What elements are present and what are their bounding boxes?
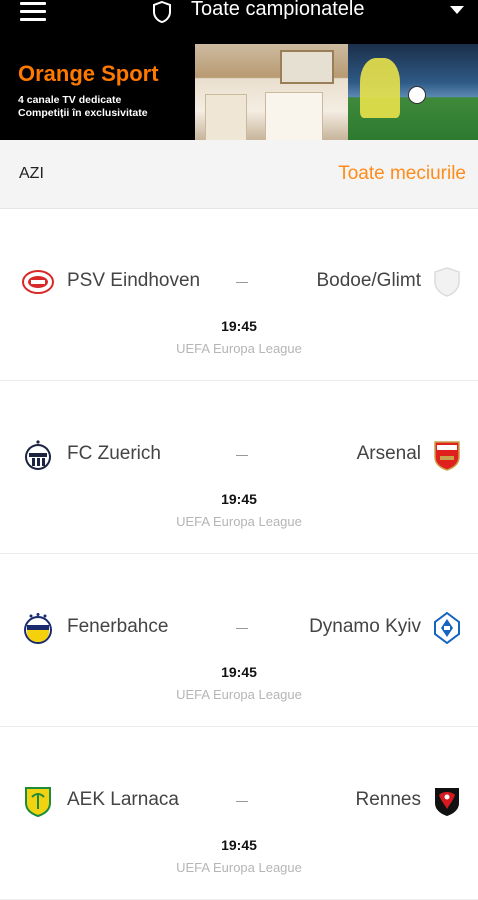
all-matches-link[interactable]: Toate meciurile <box>338 163 466 185</box>
match-league: UEFA Europa League <box>176 341 302 356</box>
dynamo-kyiv-crest-icon <box>434 612 460 644</box>
match-league: UEFA Europa League <box>176 514 302 529</box>
away-team: Arsenal <box>356 443 421 464</box>
match-row[interactable]: FC Zuerich Arsenal 19:45 UEFA Europa Lea… <box>0 381 478 554</box>
shield-icon <box>153 0 171 24</box>
match-row[interactable]: PSV Eindhoven Bodoe/Glimt 19:45 UEFA Eur… <box>0 208 478 381</box>
score-separator <box>236 455 248 456</box>
banner-line-1: 4 canale TV dedicate <box>18 94 122 106</box>
promo-banner[interactable]: Orange Sport 4 canale TV dedicate Compet… <box>0 44 478 140</box>
match-time: 19:45 <box>221 318 257 334</box>
caret-down-icon[interactable] <box>450 6 464 14</box>
home-team: FC Zuerich <box>67 443 161 464</box>
score-separator <box>236 282 248 283</box>
home-team: Fenerbahce <box>67 616 169 637</box>
championship-selector[interactable]: Toate campionatele <box>191 0 364 21</box>
placeholder-shield-icon <box>434 267 460 297</box>
score-separator <box>236 801 248 802</box>
arsenal-crest-icon <box>434 441 460 471</box>
away-team: Bodoe/Glimt <box>316 270 421 291</box>
banner-brand: Orange Sport <box>18 61 159 86</box>
section-title: AZI <box>19 165 44 182</box>
match-league: UEFA Europa League <box>176 860 302 875</box>
away-team: Dynamo Kyiv <box>309 616 421 637</box>
section-header: AZI Toate meciurile <box>0 140 478 209</box>
aek-larnaca-crest-icon <box>25 787 51 817</box>
away-team: Rennes <box>355 789 422 810</box>
match-league: UEFA Europa League <box>176 687 302 702</box>
match-time: 19:45 <box>221 664 257 680</box>
fenerbahce-crest-icon <box>24 613 52 644</box>
home-team: PSV Eindhoven <box>67 270 201 291</box>
match-row[interactable]: Fenerbahce Dynamo Kyiv 19:45 UEFA Europa… <box>0 554 478 727</box>
match-row[interactable]: AEK Larnaca Rennes 19:45 UEFA Europa Lea… <box>0 727 478 900</box>
top-app-bar: Toate campionatele <box>0 0 478 44</box>
score-separator <box>236 628 248 629</box>
home-team: AEK Larnaca <box>67 789 179 810</box>
hamburger-menu-icon[interactable] <box>20 2 46 22</box>
match-time: 19:45 <box>221 837 257 853</box>
banner-kitchen-image <box>195 44 348 140</box>
fc-zuerich-crest-icon <box>25 440 51 470</box>
rennes-crest-icon <box>435 788 459 816</box>
banner-line-2: Competiții în exclusivitate <box>18 107 148 119</box>
match-time: 19:45 <box>221 491 257 507</box>
banner-stadium-image <box>348 44 478 140</box>
psv-crest-icon <box>22 270 54 294</box>
